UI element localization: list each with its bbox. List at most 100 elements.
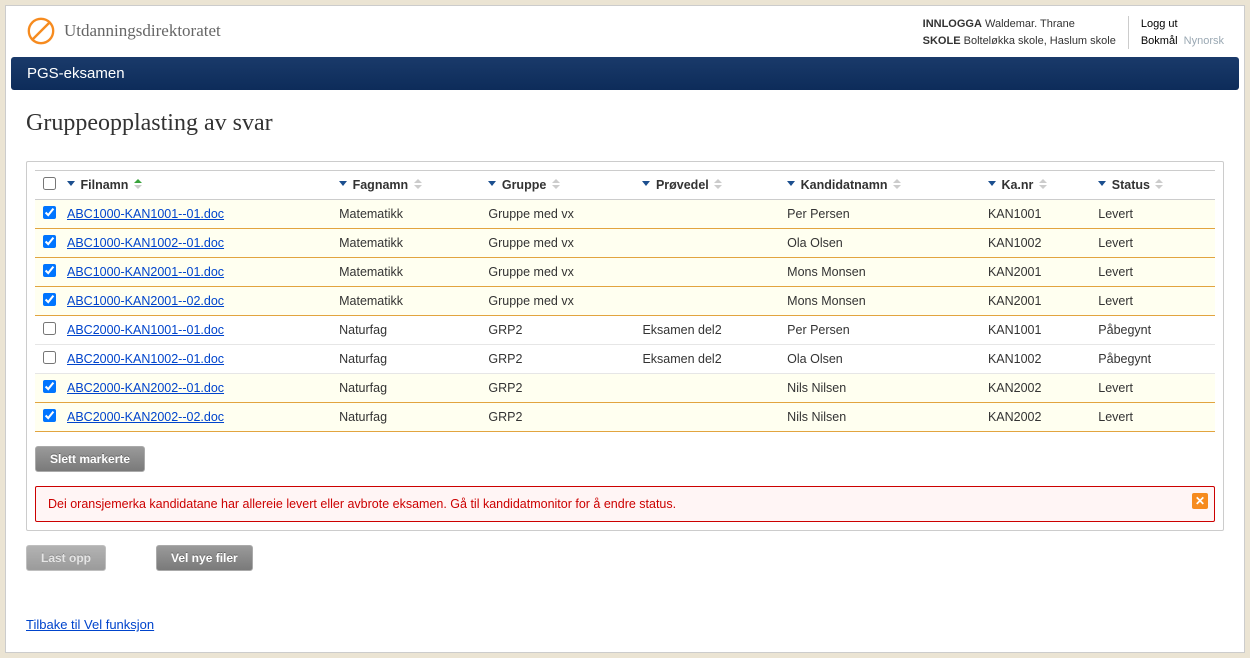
cell-gruppe: Gruppe med vx <box>484 258 638 287</box>
cell-fag: Naturfag <box>335 374 484 403</box>
cell-fag: Matematikk <box>335 229 484 258</box>
lang-bokmal[interactable]: Bokmål <box>1141 35 1178 47</box>
filter-icon[interactable] <box>488 178 496 192</box>
table-row: ABC2000-KAN1001--01.doc NaturfagGRP2Eksam… <box>35 316 1215 345</box>
cell-status: Levert <box>1094 287 1215 316</box>
cell-kandidat: Mons Monsen <box>783 287 984 316</box>
row-checkbox[interactable] <box>43 380 56 393</box>
logout-link[interactable]: Logg ut <box>1141 16 1224 33</box>
row-checkbox[interactable] <box>43 322 56 335</box>
org-name: Utdanningsdirektoratet <box>64 21 221 41</box>
close-icon[interactable]: ✕ <box>1192 493 1208 509</box>
back-link[interactable]: Tilbake til Vel funksjon <box>26 617 154 632</box>
cell-gruppe: GRP2 <box>484 316 638 345</box>
cell-fag: Naturfag <box>335 316 484 345</box>
col-gruppe[interactable]: Gruppe <box>484 171 638 200</box>
cell-provedel <box>638 258 783 287</box>
filter-icon[interactable] <box>339 178 347 192</box>
file-link[interactable]: ABC2000-KAN2002--01.doc <box>67 381 224 395</box>
table-row: ABC2000-KAN2002--02.doc NaturfagGRP2 Nils … <box>35 403 1215 432</box>
cell-kanr: KAN2001 <box>984 258 1094 287</box>
upload-table-box: Filnamn Fagnamn Gruppe <box>26 161 1224 531</box>
row-checkbox[interactable] <box>43 235 56 248</box>
file-link[interactable]: ABC2000-KAN1002--01.doc <box>67 352 224 366</box>
file-link[interactable]: ABC1000-KAN1002--01.doc <box>67 236 224 250</box>
row-checkbox[interactable] <box>43 409 56 422</box>
col-provedel[interactable]: Prøvedel <box>638 171 783 200</box>
lang-nynorsk[interactable]: Nynorsk <box>1184 35 1224 47</box>
cell-kandidat: Per Persen <box>783 200 984 229</box>
cell-kandidat: Mons Monsen <box>783 258 984 287</box>
table-row: ABC1000-KAN2001--02.docMatematikkGruppe … <box>35 287 1215 316</box>
cell-kanr: KAN2002 <box>984 403 1094 432</box>
cell-gruppe: Gruppe med vx <box>484 200 638 229</box>
filter-icon[interactable] <box>642 178 650 192</box>
org-logo-icon <box>26 16 56 46</box>
filter-icon[interactable] <box>67 178 75 192</box>
cell-kandidat: Ola Olsen <box>783 345 984 374</box>
sort-icon <box>414 178 422 192</box>
col-kanr[interactable]: Ka.nr <box>984 171 1094 200</box>
cell-kanr: KAN1001 <box>984 200 1094 229</box>
cell-gruppe: GRP2 <box>484 345 638 374</box>
sort-icon <box>1155 178 1163 192</box>
cell-status: Levert <box>1094 258 1215 287</box>
cell-status: Levert <box>1094 200 1215 229</box>
file-link[interactable]: ABC2000-KAN2002--02.doc <box>67 410 224 424</box>
cell-provedel <box>638 403 783 432</box>
cell-fag: Matematikk <box>335 287 484 316</box>
filter-icon[interactable] <box>988 178 996 192</box>
file-link[interactable]: ABC1000-KAN1001--01.doc <box>67 207 224 221</box>
file-link[interactable]: ABC1000-KAN2001--01.doc <box>67 265 224 279</box>
row-checkbox[interactable] <box>43 206 56 219</box>
sort-icon <box>552 178 560 192</box>
cell-fag: Naturfag <box>335 403 484 432</box>
file-link[interactable]: ABC2000-KAN1001--01.doc <box>67 323 224 337</box>
header-links: Logg ut Bokmål Nynorsk <box>1129 16 1224 49</box>
cell-gruppe: GRP2 <box>484 403 638 432</box>
filter-icon[interactable] <box>787 178 795 192</box>
cell-kanr: KAN1002 <box>984 345 1094 374</box>
row-checkbox[interactable] <box>43 264 56 277</box>
table-row: ABC1000-KAN1001--01.doc MatematikkGruppe … <box>35 200 1215 229</box>
page-title: Gruppeopplasting av svar <box>26 110 1224 137</box>
cell-kandidat: Ola Olsen <box>783 229 984 258</box>
user-info: INNLOGGA Waldemar. Thrane SKOLE Bolteløk… <box>923 16 1129 49</box>
row-checkbox[interactable] <box>43 351 56 364</box>
cell-kandidat: Per Persen <box>783 316 984 345</box>
org-logo-area: Utdanningsdirektoratet <box>26 16 923 46</box>
cell-kandidat: Nils Nilsen <box>783 403 984 432</box>
select-all-header <box>35 171 63 200</box>
warning-message: Dei oransjemerka kandidatane har allerei… <box>35 486 1215 522</box>
cell-provedel: Eksamen del2 <box>638 316 783 345</box>
cell-status: Levert <box>1094 403 1215 432</box>
cell-provedel <box>638 200 783 229</box>
cell-status: Levert <box>1094 229 1215 258</box>
row-checkbox[interactable] <box>43 293 56 306</box>
warning-text: Dei oransjemerka kandidatane har allerei… <box>48 497 676 511</box>
choose-new-files-button[interactable]: Vel nye filer <box>156 545 253 571</box>
cell-provedel <box>638 287 783 316</box>
app-section-title: PGS-eksamen <box>11 57 1239 90</box>
cell-provedel <box>638 374 783 403</box>
cell-status: Levert <box>1094 374 1215 403</box>
table-row: ABC1000-KAN1002--01.doc MatematikkGruppe … <box>35 229 1215 258</box>
upload-button[interactable]: Last opp <box>26 545 106 571</box>
col-filnamn[interactable]: Filnamn <box>63 171 335 200</box>
upload-table: Filnamn Fagnamn Gruppe <box>35 170 1215 432</box>
col-kandidatnamn[interactable]: Kandidatnamn <box>783 171 984 200</box>
col-status[interactable]: Status <box>1094 171 1215 200</box>
col-fagnamn[interactable]: Fagnamn <box>335 171 484 200</box>
cell-fag: Matematikk <box>335 200 484 229</box>
select-all-checkbox[interactable] <box>43 177 56 190</box>
cell-fag: Matematikk <box>335 258 484 287</box>
cell-gruppe: Gruppe med vx <box>484 229 638 258</box>
cell-status: Påbegynt <box>1094 316 1215 345</box>
filter-icon[interactable] <box>1098 178 1106 192</box>
cell-fag: Naturfag <box>335 345 484 374</box>
file-link[interactable]: ABC1000-KAN2001--02.doc <box>67 294 224 308</box>
cell-kanr: KAN1001 <box>984 316 1094 345</box>
delete-selected-button[interactable]: Slett markerte <box>35 446 145 472</box>
cell-kanr: KAN2002 <box>984 374 1094 403</box>
cell-gruppe: GRP2 <box>484 374 638 403</box>
